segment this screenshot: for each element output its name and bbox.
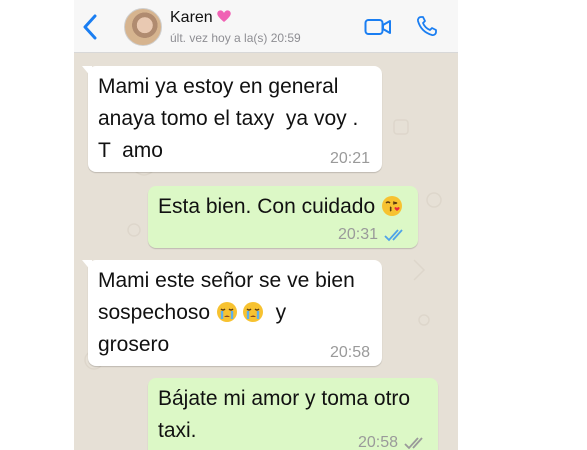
last-seen-status: últ. vez hoy a la(s) 20:59 <box>170 31 301 45</box>
outgoing-message[interactable]: Esta bien. Con cuidado 20:31 <box>148 186 418 248</box>
contact-name-row[interactable]: Karen <box>170 9 232 27</box>
chat-screen: Karen últ. vez hoy a la(s) 20:59 Mami ya… <box>74 0 458 450</box>
message-time: 20:58 <box>357 434 398 450</box>
bubble-tail <box>82 260 92 272</box>
contact-name: Karen <box>170 9 213 26</box>
message-text: Esta bien. Con cuidado <box>158 191 403 223</box>
incoming-message[interactable]: Mami ya estoy en general anaya tomo el t… <box>82 66 382 172</box>
crying-emoji-icon <box>242 302 263 322</box>
message-time: 20:21 <box>329 150 370 167</box>
incoming-message[interactable]: Mami este señor se ve bien sospechoso y … <box>82 260 382 366</box>
message-text: Mami ya estoy en general anaya tomo el t… <box>98 75 359 162</box>
message-time: 20:58 <box>329 344 370 361</box>
kiss-emoji-icon <box>382 196 402 216</box>
chat-header: Karen últ. vez hoy a la(s) 20:59 <box>74 0 458 53</box>
sparkling-heart-icon <box>216 10 231 22</box>
video-call-icon[interactable] <box>364 17 392 37</box>
message-time: 20:31 <box>337 226 378 243</box>
message-text: Mami este señor se ve bien sospechoso y … <box>98 269 355 356</box>
bubble-tail <box>82 66 92 78</box>
contact-avatar[interactable] <box>124 8 162 46</box>
crying-emoji-icon <box>216 302 237 322</box>
voice-call-icon[interactable] <box>416 15 438 37</box>
read-receipt-ticks-icon <box>384 229 403 242</box>
delivered-ticks-icon <box>404 437 423 450</box>
outgoing-message[interactable]: Bájate mi amor y toma otro taxi. 20:58 <box>148 378 438 450</box>
back-chevron-icon[interactable] <box>82 14 98 40</box>
